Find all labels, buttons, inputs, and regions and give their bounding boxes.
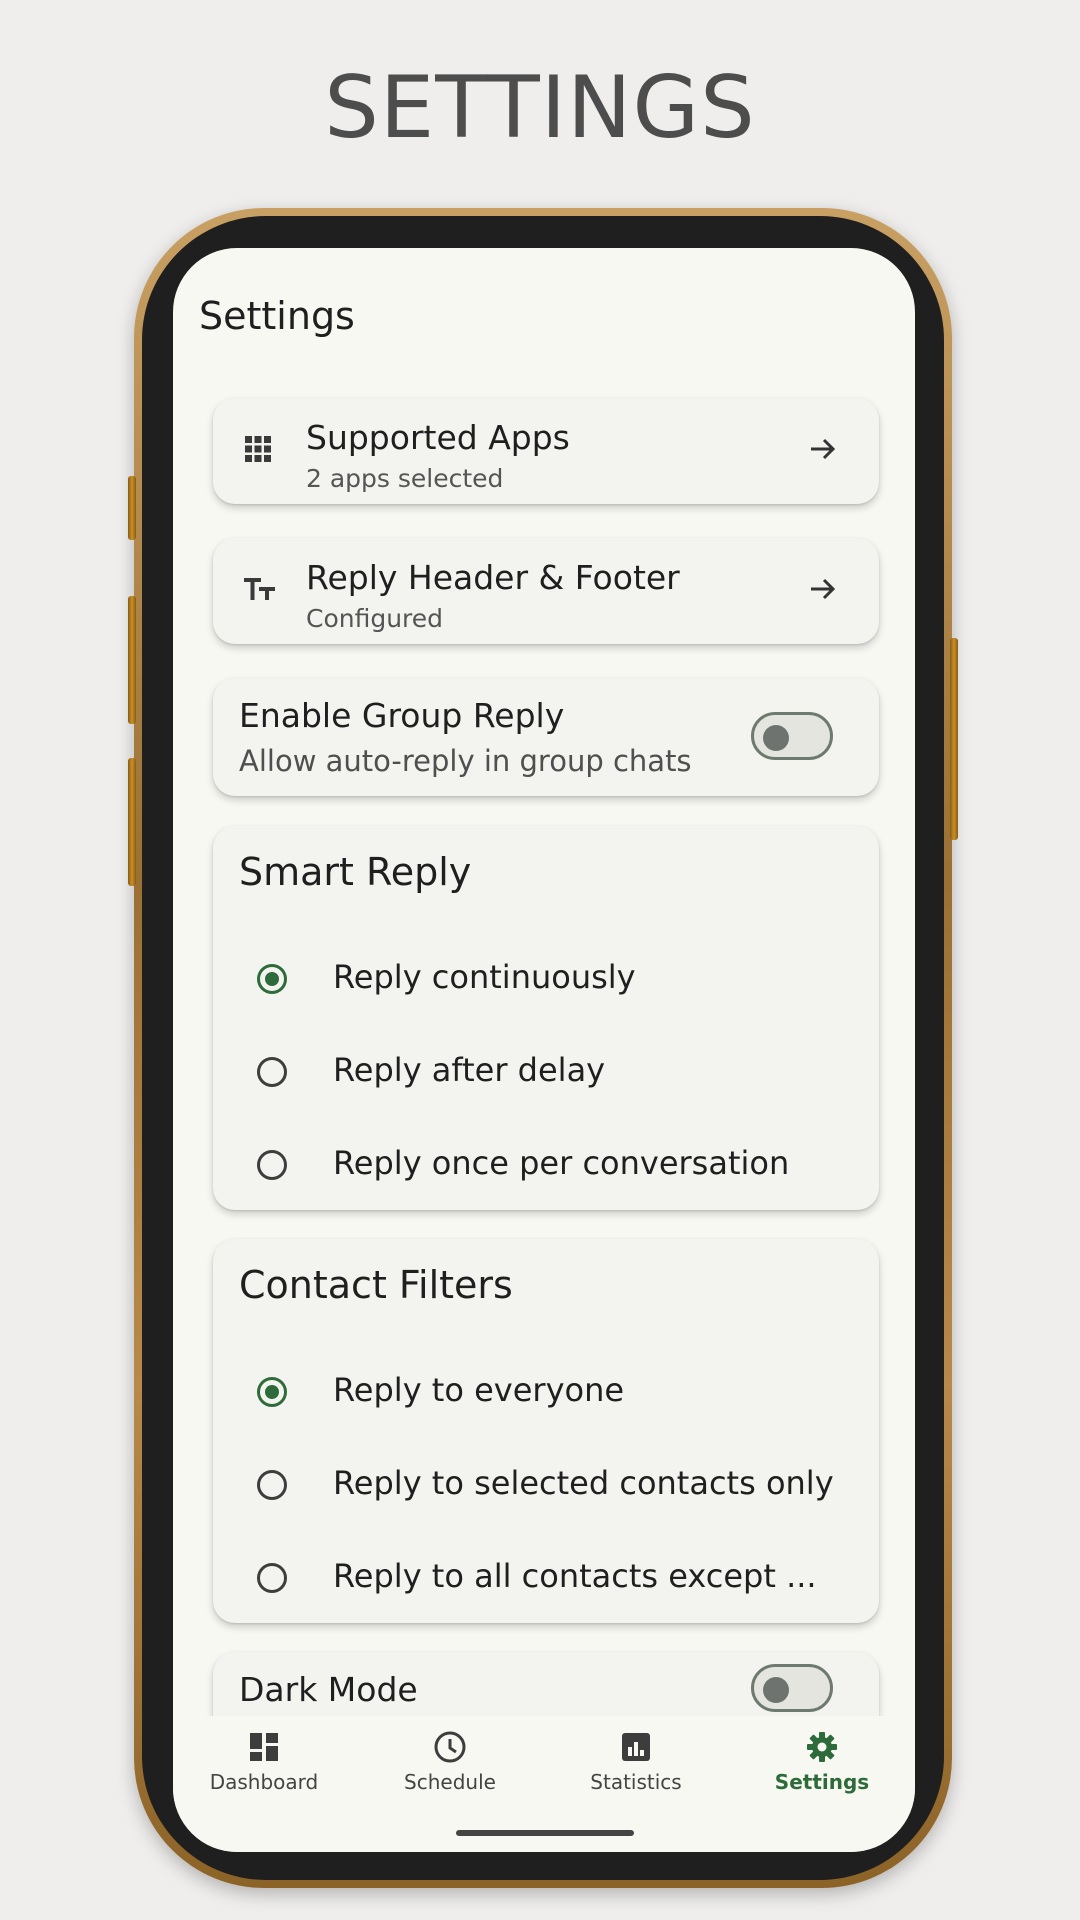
nav-item-schedule[interactable]: Schedule (360, 1730, 540, 1794)
supported-apps-card[interactable]: Supported Apps 2 apps selected (213, 398, 879, 504)
smart-reply-option-once[interactable]: Reply once per conversation (213, 1126, 879, 1206)
nav-label-schedule: Schedule (404, 1770, 496, 1794)
contact-filters-title: Contact Filters (239, 1263, 513, 1307)
dark-mode-title: Dark Mode (239, 1670, 418, 1709)
nav-label-settings: Settings (774, 1770, 870, 1794)
switch-knob (763, 725, 789, 751)
radio-button[interactable] (257, 1150, 287, 1180)
arrow-right-icon (807, 573, 839, 609)
radio-label: Reply after delay (333, 1051, 606, 1089)
nav-item-statistics[interactable]: Statistics (546, 1730, 726, 1794)
clock-icon (360, 1730, 540, 1764)
group-reply-subtitle: Allow auto-reply in group chats (239, 744, 692, 778)
text-fields-icon (243, 574, 277, 608)
reply-header-footer-subtitle: Configured (306, 604, 444, 633)
smart-reply-card: Smart Reply Reply continuously Reply aft… (213, 826, 879, 1210)
phone-screen: Settings Supported Apps 2 apps selected … (173, 248, 915, 1852)
nav-label-dashboard: Dashboard (209, 1770, 319, 1794)
smart-reply-title: Smart Reply (239, 850, 472, 894)
group-reply-switch[interactable] (751, 712, 833, 760)
gear-icon (732, 1730, 912, 1764)
phone-side-button (128, 758, 136, 886)
arrow-right-icon (807, 433, 839, 469)
nav-label-statistics: Statistics (590, 1770, 682, 1794)
radio-button[interactable] (257, 1470, 287, 1500)
phone-side-button (128, 596, 136, 724)
bar-chart-icon (546, 1730, 726, 1764)
radio-button-selected[interactable] (257, 1377, 287, 1407)
radio-label: Reply to selected contacts only (333, 1464, 834, 1502)
supported-apps-subtitle: 2 apps selected (306, 464, 504, 493)
home-indicator[interactable] (456, 1830, 634, 1836)
dark-mode-switch[interactable] (751, 1664, 833, 1712)
radio-label: Reply continuously (333, 958, 636, 996)
radio-button[interactable] (257, 1057, 287, 1087)
nav-item-settings[interactable]: Settings (732, 1730, 912, 1794)
radio-label: Reply once per conversation (333, 1144, 790, 1182)
page-title: Settings (199, 294, 355, 338)
apps-grid-icon (243, 434, 273, 468)
supported-apps-title: Supported Apps (306, 418, 570, 457)
radio-button[interactable] (257, 1563, 287, 1593)
contact-filters-card: Contact Filters Reply to everyone Reply … (213, 1239, 879, 1623)
switch-knob (763, 1677, 789, 1703)
group-reply-card: Enable Group Reply Allow auto-reply in g… (213, 678, 879, 796)
contact-filter-option-everyone[interactable]: Reply to everyone (213, 1353, 879, 1433)
group-reply-title: Enable Group Reply (239, 696, 565, 735)
radio-label: Reply to everyone (333, 1371, 625, 1409)
nav-item-dashboard[interactable]: Dashboard (174, 1730, 354, 1794)
smart-reply-option-continuously[interactable]: Reply continuously (213, 940, 879, 1020)
reply-header-footer-title: Reply Header & Footer (306, 558, 680, 597)
reply-header-footer-card[interactable]: Reply Header & Footer Configured (213, 538, 879, 644)
radio-label: Reply to all contacts except ... (333, 1557, 817, 1595)
promo-title: SETTINGS (324, 58, 756, 158)
smart-reply-option-delay[interactable]: Reply after delay (213, 1033, 879, 1113)
phone-side-button (950, 638, 958, 840)
dashboard-icon (174, 1730, 354, 1764)
contact-filter-option-except[interactable]: Reply to all contacts except ... (213, 1539, 879, 1619)
radio-button-selected[interactable] (257, 964, 287, 994)
phone-side-button (128, 476, 136, 540)
contact-filter-option-selected[interactable]: Reply to selected contacts only (213, 1446, 879, 1526)
